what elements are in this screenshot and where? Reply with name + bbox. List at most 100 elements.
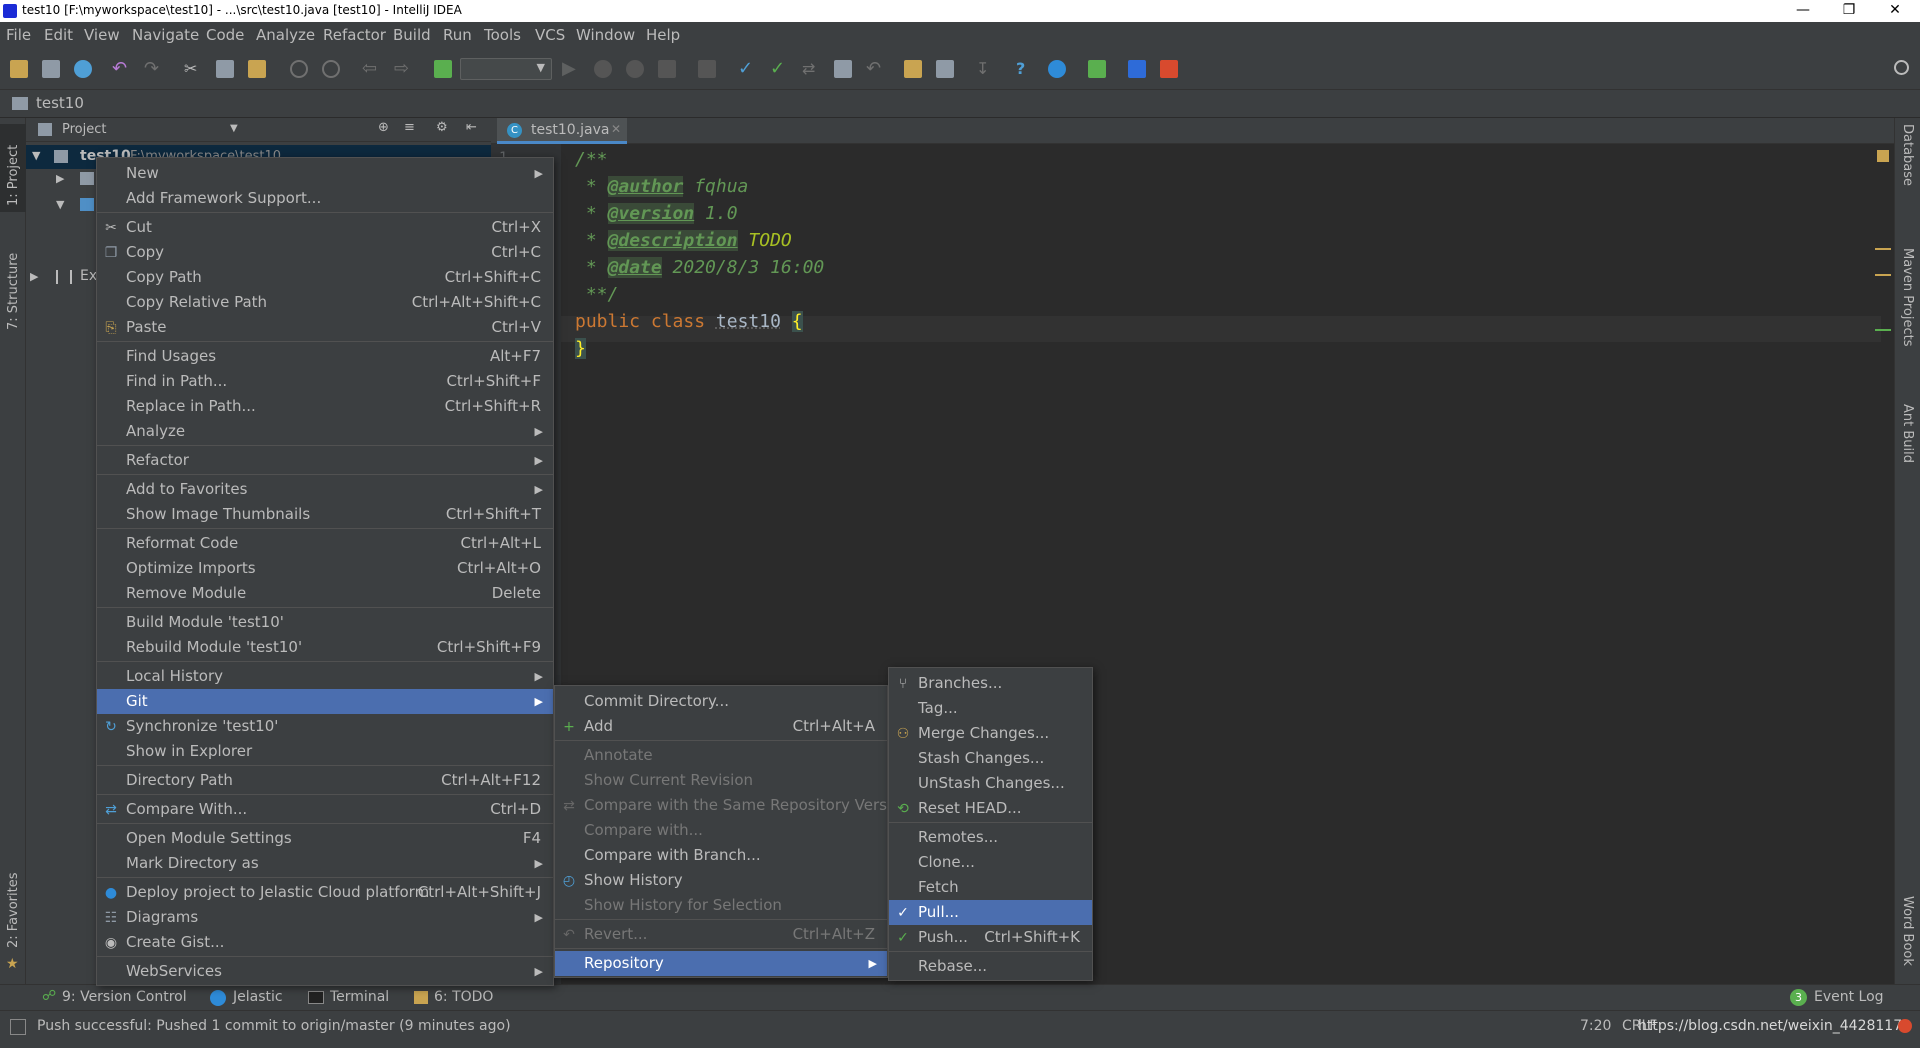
status-toggle-icon[interactable] <box>10 1019 26 1035</box>
git-item-show-current-revision[interactable]: Show Current Revision <box>555 768 887 793</box>
menu-item-show-image-thumbnails[interactable]: Show Image Thumbnails Ctrl+Shift+T <box>97 502 553 527</box>
git-item-compare-with-branch[interactable]: Compare with Branch... <box>555 843 887 868</box>
settings-icon[interactable] <box>904 60 922 78</box>
sdk-icon[interactable] <box>936 60 954 78</box>
menu-item-new[interactable]: New ▶ <box>97 161 553 186</box>
git-item-show-history[interactable]: ◴ Show History <box>555 868 887 893</box>
forward-icon[interactable]: ⇨ <box>394 60 412 78</box>
repo-item-push[interactable]: ✓ Push... Ctrl+Shift+K <box>889 925 1092 950</box>
open-icon[interactable] <box>10 60 28 78</box>
menu-item-synchronize-test10[interactable]: ↻ Synchronize 'test10' <box>97 714 553 739</box>
sync-icon[interactable] <box>74 60 92 78</box>
caret-position[interactable]: 7:20 <box>1580 1018 1611 1034</box>
menu-item-optimize-imports[interactable]: Optimize Imports Ctrl+Alt+O <box>97 556 553 581</box>
vcs-compare-icon[interactable]: ⇄ <box>802 60 820 78</box>
chevron-right-icon[interactable]: ▶ <box>30 270 38 283</box>
coverage-icon[interactable] <box>626 60 644 78</box>
office-icon[interactable] <box>1160 60 1178 78</box>
error-stripe-mark[interactable] <box>1875 274 1891 276</box>
notification-icon[interactable] <box>1898 1019 1912 1033</box>
menu-item-local-history[interactable]: Local History ▶ <box>97 664 553 689</box>
menu-analyze[interactable]: Analyze <box>256 26 315 44</box>
menu-item-open-module-settings[interactable]: Open Module Settings F4 <box>97 826 553 851</box>
git-item-compare-with[interactable]: Compare with... <box>555 818 887 843</box>
tab-favorites[interactable]: 2: Favorites <box>6 872 21 948</box>
locate-icon[interactable]: ⊕ <box>378 120 389 135</box>
stop-icon[interactable] <box>658 60 676 78</box>
menu-item-find-usages[interactable]: Find Usages Alt+F7 <box>97 344 553 369</box>
help-icon[interactable]: ? <box>1016 60 1034 78</box>
repo-item-unstash-changes[interactable]: UnStash Changes... <box>889 771 1092 796</box>
tool-version-control[interactable]: 9: Version Control <box>62 989 187 1005</box>
cut-icon[interactable]: ✂ <box>184 60 202 78</box>
repo-item-rebase[interactable]: Rebase... <box>889 954 1092 979</box>
back-icon[interactable]: ⇦ <box>362 60 380 78</box>
menu-item-find-in-path[interactable]: Find in Path... Ctrl+Shift+F <box>97 369 553 394</box>
vcs-history-icon[interactable] <box>834 60 852 78</box>
menu-item-git[interactable]: Git ▶ <box>97 689 553 714</box>
tool-jelastic[interactable]: Jelastic <box>233 989 283 1005</box>
menu-window[interactable]: Window <box>576 26 635 44</box>
menu-code[interactable]: Code <box>206 26 244 44</box>
restore-icon[interactable]: ❐ <box>1826 0 1872 22</box>
project-panel-title[interactable]: Project <box>62 122 106 137</box>
vcs-update-icon[interactable]: ✓ <box>738 60 756 78</box>
tab-ant-build[interactable]: Ant Build <box>1900 404 1915 463</box>
menu-help[interactable]: Help <box>646 26 680 44</box>
jelastic-icon[interactable] <box>1048 60 1066 78</box>
editor-tab-test10[interactable]: C test10.java ✕ <box>497 118 627 144</box>
tool-event-log[interactable]: Event Log <box>1814 989 1884 1005</box>
tab-word-book[interactable]: Word Book <box>1900 896 1915 966</box>
chevron-down-icon[interactable]: ▼ <box>230 123 238 134</box>
git-item-add[interactable]: + Add Ctrl+Alt+A <box>555 714 887 739</box>
git-item-show-history-for-selection[interactable]: Show History for Selection <box>555 893 887 918</box>
close-icon[interactable]: ✕ <box>1872 0 1918 22</box>
menu-item-build-module-test10[interactable]: Build Module 'test10' <box>97 610 553 635</box>
error-stripe-mark[interactable] <box>1875 248 1891 250</box>
menu-item-paste[interactable]: ⎘ Paste Ctrl+V <box>97 315 553 340</box>
build-icon[interactable] <box>434 60 452 78</box>
repo-item-tag[interactable]: Tag... <box>889 696 1092 721</box>
tab-project[interactable]: 1: Project <box>6 145 21 206</box>
tasks-icon[interactable] <box>1088 60 1106 78</box>
git-item-compare-with-the-same-repository-version[interactable]: ⇄ Compare with the Same Repository Versio… <box>555 793 910 818</box>
tool-todo[interactable]: 6: TODO <box>434 989 493 1005</box>
save-icon[interactable] <box>42 60 60 78</box>
menu-refactor[interactable]: Refactor <box>323 26 386 44</box>
menu-item-remove-module[interactable]: Remove Module Delete <box>97 581 553 606</box>
menu-item-mark-directory-as[interactable]: Mark Directory as ▶ <box>97 851 553 876</box>
menu-item-create-gist[interactable]: ◉ Create Gist... <box>97 930 553 955</box>
replace-icon[interactable] <box>322 60 340 78</box>
vcs-revert-icon[interactable]: ↶ <box>866 60 884 78</box>
menu-item-deploy-project-to-jelastic-cloud-platform[interactable]: ● Deploy project to Jelastic Cloud platfo… <box>97 880 553 905</box>
menu-item-cut[interactable]: ✂ Cut Ctrl+X <box>97 215 553 240</box>
menu-item-analyze[interactable]: Analyze ▶ <box>97 419 553 444</box>
error-stripe-mark[interactable] <box>1875 329 1891 331</box>
collapse-all-icon[interactable]: ≡ <box>404 120 415 135</box>
tab-structure[interactable]: 7: Structure <box>6 253 21 330</box>
vcs-commit-icon[interactable]: ✓ <box>770 60 788 78</box>
menu-navigate[interactable]: Navigate <box>132 26 199 44</box>
menu-item-replace-in-path[interactable]: Replace in Path... Ctrl+Shift+R <box>97 394 553 419</box>
translate-icon[interactable] <box>1128 60 1146 78</box>
menu-run[interactable]: Run <box>443 26 472 44</box>
search-everywhere-icon[interactable] <box>1894 60 1909 75</box>
redo-icon[interactable]: ↷ <box>144 60 162 78</box>
copy-icon[interactable] <box>216 60 234 78</box>
repo-item-remotes[interactable]: Remotes... <box>889 825 1092 850</box>
menu-item-copy-relative-path[interactable]: Copy Relative Path Ctrl+Alt+Shift+C <box>97 290 553 315</box>
menu-item-add-to-favorites[interactable]: Add to Favorites ▶ <box>97 477 553 502</box>
menu-edit[interactable]: Edit <box>44 26 73 44</box>
menu-item-compare-with[interactable]: ⇄ Compare With... Ctrl+D <box>97 797 553 822</box>
menu-tools[interactable]: Tools <box>484 26 521 44</box>
repo-item-pull[interactable]: ✓ Pull... <box>889 900 1092 925</box>
menu-item-show-in-explorer[interactable]: Show in Explorer <box>97 739 553 764</box>
menu-file[interactable]: File <box>6 26 31 44</box>
menu-item-webservices[interactable]: WebServices ▶ <box>97 959 553 984</box>
run-icon[interactable]: ▶ <box>562 60 580 78</box>
run-config-dropdown[interactable]: ▼ <box>460 58 552 80</box>
menu-item-directory-path[interactable]: Directory Path Ctrl+Alt+F12 <box>97 768 553 793</box>
repo-item-merge-changes[interactable]: ⚇ Merge Changes... <box>889 721 1092 746</box>
analysis-status-icon[interactable] <box>1877 150 1889 162</box>
menu-item-diagrams[interactable]: ☷ Diagrams ▶ <box>97 905 553 930</box>
